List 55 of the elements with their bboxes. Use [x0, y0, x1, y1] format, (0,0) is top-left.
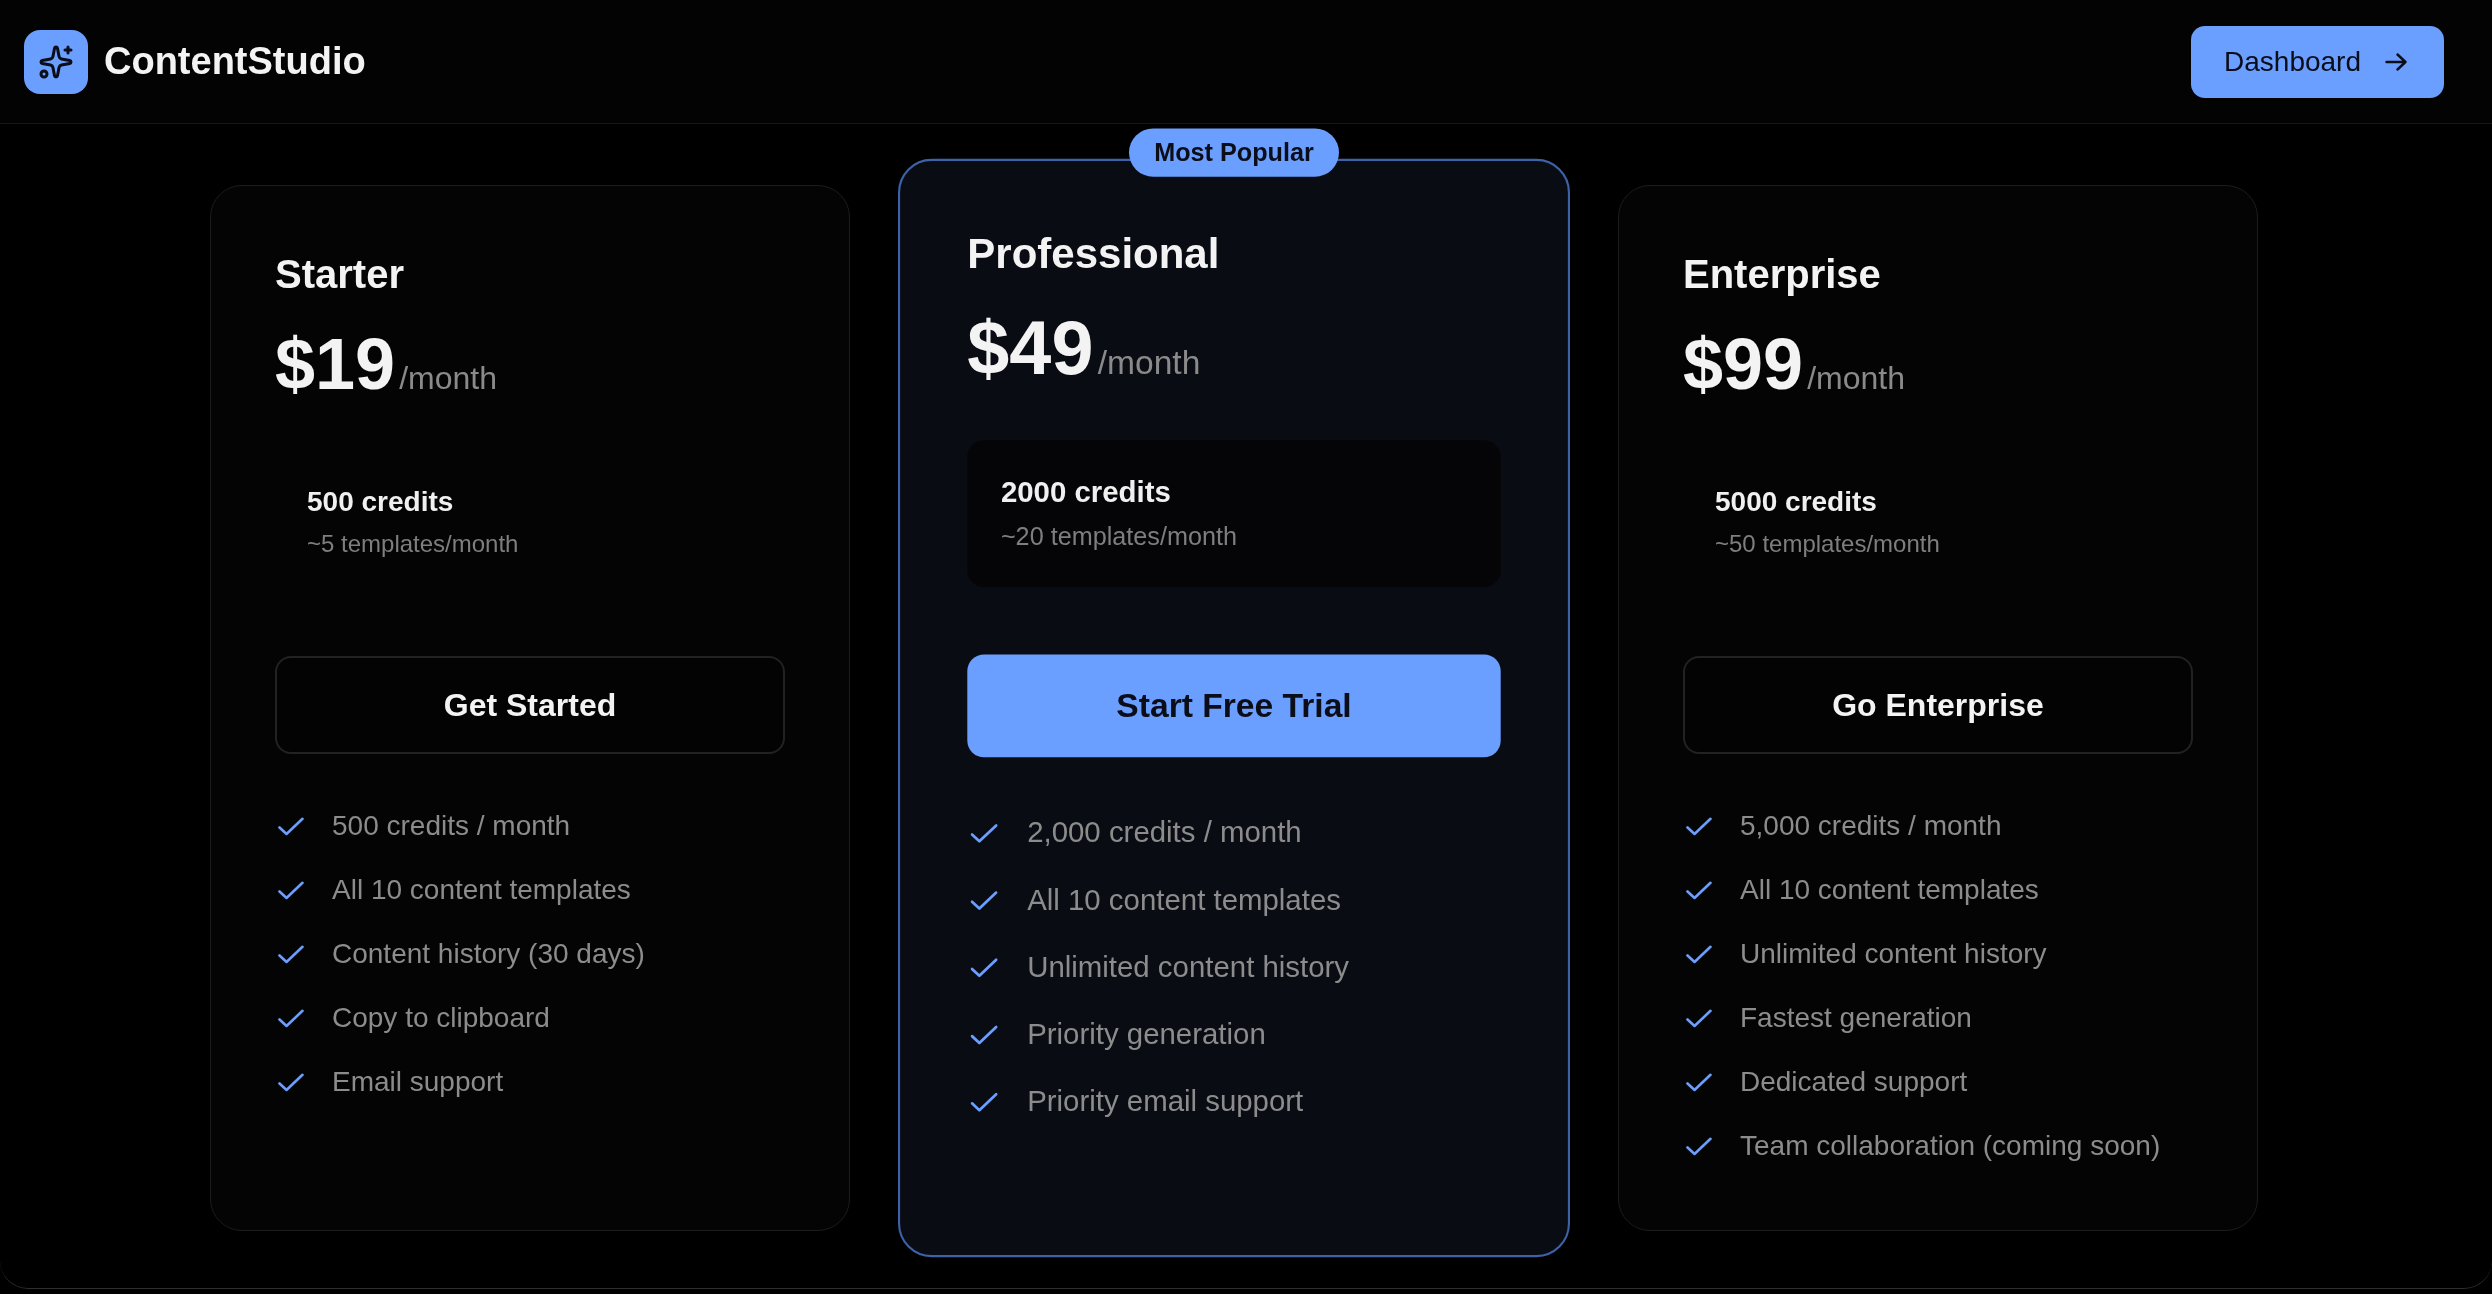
check-icon	[970, 823, 998, 843]
brand-name: ContentStudio	[104, 39, 366, 84]
check-icon	[970, 1024, 998, 1045]
price-amount: $49	[967, 310, 1094, 386]
plan-button[interactable]: Go Enterprise	[1683, 656, 2193, 754]
check-icon	[278, 1008, 304, 1028]
feature-text: 2,000 credits / month	[1027, 815, 1302, 851]
credits-note: ~50 templates/month	[1715, 529, 1941, 559]
dashboard-button[interactable]: Dashboard	[2191, 25, 2444, 98]
price-amount: $99	[1683, 328, 1804, 400]
feature-text: Priority email support	[1027, 1083, 1304, 1120]
credits-amount: 2000 credits	[1000, 474, 1172, 511]
plan-button[interactable]: Start Free Trial	[967, 654, 1501, 758]
check-icon	[1686, 880, 1712, 900]
feature-text: Unlimited content history	[1027, 949, 1350, 986]
check-icon	[278, 816, 304, 836]
check-icon	[1686, 1072, 1712, 1092]
credits-amount: 5000 credits	[1715, 485, 1878, 519]
check-icon	[1686, 1136, 1712, 1156]
plan-name: Enterprise	[1683, 251, 1882, 298]
check-icon	[278, 880, 304, 900]
feature-text: All 10 content templates	[1740, 873, 2039, 907]
feature-text: Unlimited content history	[1740, 937, 2047, 971]
feature-text: Team collaboration (coming soon)	[1740, 1129, 2161, 1163]
check-icon	[970, 890, 998, 911]
credits-note: ~5 templates/month	[307, 529, 520, 559]
feature-text: Priority generation	[1027, 1016, 1266, 1053]
feature-text: 500 credits / month	[332, 809, 571, 843]
price-period: /month	[399, 362, 497, 394]
feature-text: Email support	[332, 1065, 504, 1099]
credits-note: ~20 templates/month	[1000, 521, 1238, 553]
arrow-right-icon	[2385, 52, 2407, 71]
check-icon	[278, 1072, 304, 1092]
feature-text: All 10 content templates	[332, 873, 631, 907]
feature-text: Copy to clipboard	[332, 1001, 550, 1035]
price-amount: $19	[275, 328, 396, 400]
plan-name: Starter	[275, 251, 405, 298]
plan-badge: Most Popular	[1129, 128, 1339, 177]
check-icon	[278, 944, 304, 964]
feature-text: All 10 content templates	[1027, 882, 1341, 918]
feature-text: Content history (30 days)	[332, 937, 645, 971]
feature-text: Fastest generation	[1740, 1001, 1972, 1035]
check-icon	[1686, 1008, 1712, 1028]
credits-amount: 500 credits	[307, 485, 455, 519]
check-icon	[970, 957, 998, 978]
feature-text: Dedicated support	[1740, 1065, 1968, 1099]
plan-button[interactable]: Get Started	[275, 656, 785, 754]
feature-text: 5,000 credits / month	[1740, 809, 2002, 843]
price-period: /month	[1097, 345, 1201, 380]
check-icon	[970, 1091, 998, 1112]
sparkles-icon	[24, 29, 88, 94]
price-period: /month	[1807, 362, 1905, 394]
check-icon	[1686, 816, 1712, 836]
plan-name: Professional	[967, 229, 1221, 279]
check-icon	[1686, 944, 1712, 964]
